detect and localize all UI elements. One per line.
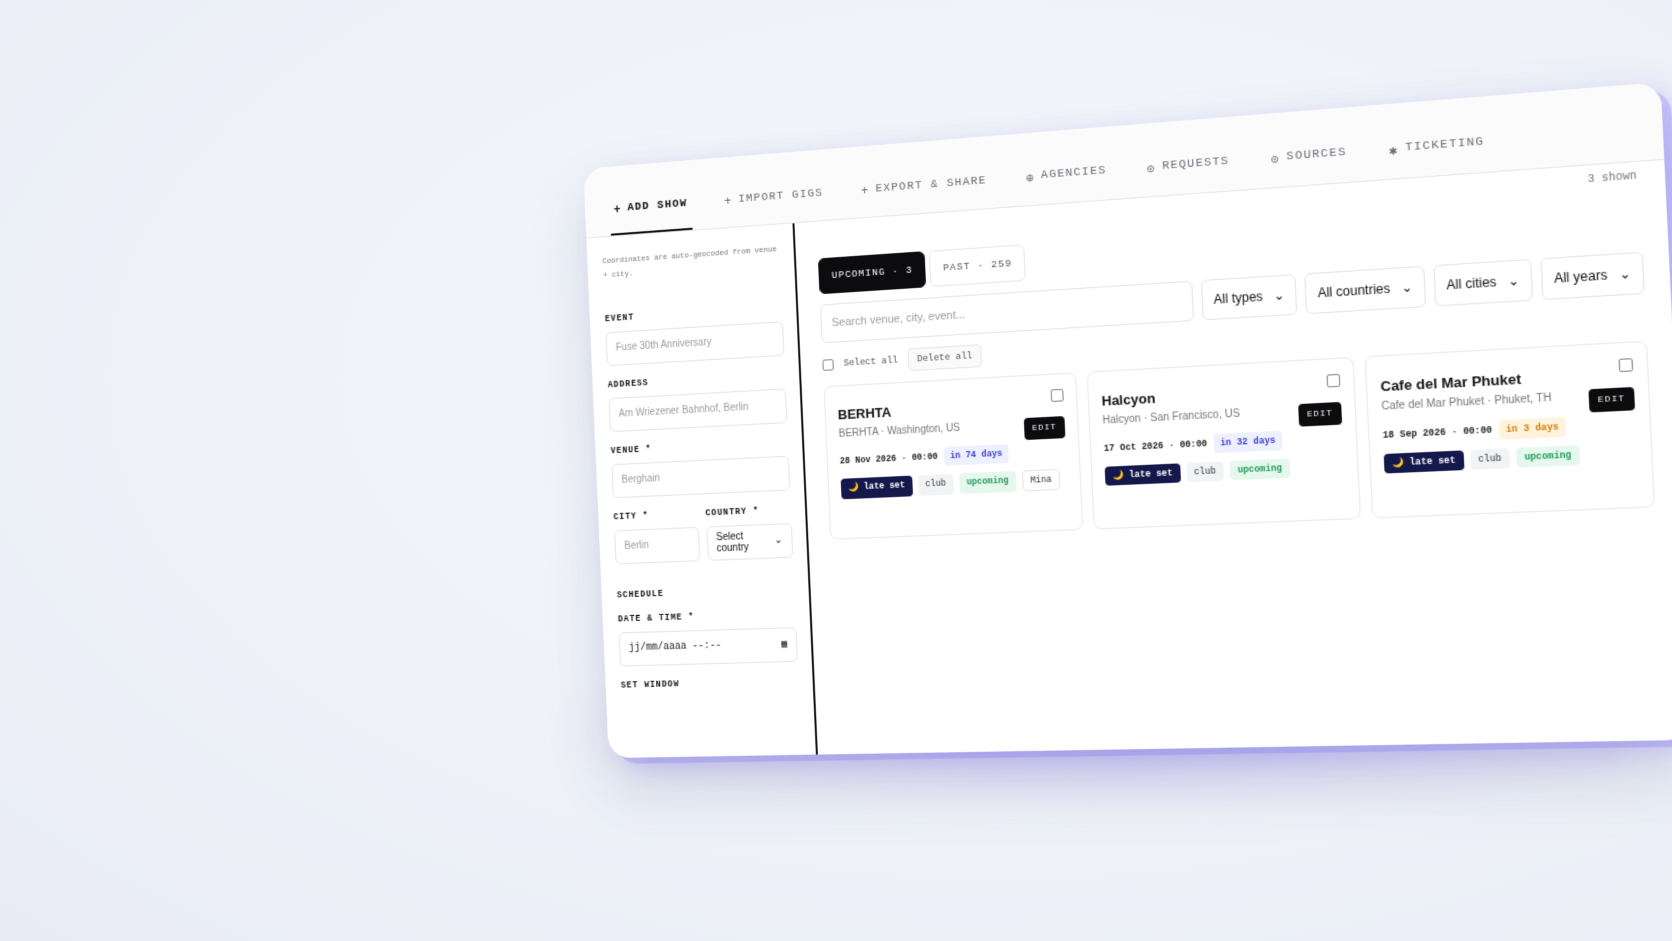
city-country-row: CITY * Berlin COUNTRY * Select country ⌄: [613, 490, 794, 564]
late-set-tag: 🌙 late set: [1104, 463, 1181, 486]
countdown-badge: in 74 days: [943, 444, 1010, 466]
chevron-down-icon: ⌄: [1618, 265, 1632, 283]
edit-button[interactable]: EDIT: [1588, 386, 1636, 413]
upcoming-tab[interactable]: UPCOMING · 3: [817, 251, 927, 295]
city-input[interactable]: Berlin: [614, 526, 700, 564]
event-input[interactable]: Fuse 30th Anniversary: [605, 320, 785, 366]
city-group: CITY * Berlin: [613, 494, 700, 564]
address-input[interactable]: Am Wriezener Bahnhof, Berlin: [608, 387, 788, 432]
tab-sources[interactable]: ⊙ Sources: [1266, 146, 1352, 188]
chevron-down-icon: ⌄: [1507, 272, 1520, 289]
tab-agencies[interactable]: ⊕ Agencies: [1022, 164, 1112, 205]
edit-button[interactable]: EDIT: [1297, 401, 1343, 427]
chevron-down-icon: ⌄: [1401, 279, 1414, 296]
address-label: ADDRESS: [607, 377, 649, 390]
chevron-down-icon: ⌄: [1273, 287, 1286, 304]
card-tags: 🌙 late set club upcoming: [1104, 456, 1345, 486]
shows-list: 3 shown UPCOMING · 3 PAST · 259 Search v…: [794, 160, 1672, 755]
country-label: COUNTRY *: [705, 505, 760, 518]
card-date: 17 Oct 2026 · 00:00: [1103, 438, 1208, 455]
card-meta: 18 Sep 2026 · 00:00 in 3 days: [1382, 414, 1636, 446]
card-tags: 🌙 late set club upcoming: [1383, 442, 1638, 474]
type-select[interactable]: All types ⌄: [1200, 273, 1298, 321]
card-meta: 17 Oct 2026 · 00:00 in 32 days: [1103, 428, 1343, 459]
city-label: CITY *: [613, 510, 649, 522]
countdown-badge: in 32 days: [1213, 430, 1283, 454]
shown-count: 3 shown: [1587, 170, 1638, 187]
select-all-label[interactable]: Select all: [843, 355, 898, 368]
card-date: 28 Nov 2026 · 00:00: [839, 451, 938, 467]
app-window: + Add show + Import gigs + Export & share ⊕…: [583, 82, 1672, 759]
add-show-form: Coordinates are auto-geocoded from venue…: [586, 223, 818, 759]
status-badge: upcoming: [1515, 445, 1581, 468]
card-checkbox[interactable]: [1326, 373, 1341, 388]
plus-icon: +: [613, 202, 623, 218]
artist-tag: Mina: [1021, 468, 1061, 492]
card-checkbox[interactable]: [1618, 358, 1634, 373]
show-cards: BERHTA BERHTA · Washington, US EDIT 28 N…: [823, 340, 1656, 540]
status-badge: upcoming: [958, 470, 1017, 495]
club-tag: club: [1186, 461, 1225, 483]
target-icon: ⊙: [1146, 161, 1157, 178]
event-label: EVENT: [604, 311, 635, 324]
club-tag: club: [917, 473, 954, 496]
status-badge: upcoming: [1229, 458, 1291, 481]
datetime-input[interactable]: jj/mm/aaaa --:-- ▦: [618, 626, 798, 667]
tab-requests[interactable]: ⊙ Requests: [1142, 155, 1235, 197]
agency-icon: ⊕: [1025, 171, 1036, 187]
country-filter-select[interactable]: All countries ⌄: [1304, 265, 1427, 315]
content: Coordinates are auto-geocoded from venue…: [586, 160, 1672, 759]
chevron-down-icon: ⌄: [774, 534, 783, 547]
country-group: COUNTRY * Select country ⌄: [705, 490, 794, 561]
plus-icon: +: [724, 194, 733, 210]
tab-ticketing[interactable]: ✱ Ticketing: [1384, 135, 1490, 179]
card-meta: 28 Nov 2026 · 00:00 in 74 days: [839, 441, 1066, 470]
select-all-checkbox[interactable]: [822, 358, 834, 371]
plus-icon: +: [860, 183, 870, 199]
calendar-icon: ▦: [781, 639, 788, 651]
set-window-label: SET WINDOW: [620, 678, 680, 691]
card-checkbox[interactable]: [1050, 388, 1064, 403]
year-select[interactable]: All years ⌄: [1540, 251, 1645, 301]
club-tag: club: [1469, 448, 1510, 470]
late-set-tag: 🌙 late set: [840, 475, 913, 500]
asterisk-icon: ✱: [1388, 143, 1399, 160]
geocode-note: Coordinates are auto-geocoded from venue…: [602, 246, 778, 281]
countdown-badge: in 3 days: [1498, 416, 1567, 440]
datetime-label: DATE & TIME *: [617, 611, 695, 624]
target-icon: ⊙: [1270, 152, 1281, 169]
schedule-label: SCHEDULE: [616, 588, 664, 600]
show-card[interactable]: Cafe del Mar Phuket Cafe del Mar Phuket …: [1364, 340, 1656, 519]
venue-label: VENUE *: [610, 443, 652, 456]
delete-all-button[interactable]: Delete all: [907, 344, 983, 372]
show-card[interactable]: BERHTA BERHTA · Washington, US EDIT 28 N…: [823, 372, 1084, 540]
late-set-tag: 🌙 late set: [1383, 450, 1464, 474]
city-filter-select[interactable]: All cities ⌄: [1433, 258, 1534, 307]
card-tags: 🌙 late set club upcoming Mina: [840, 468, 1068, 500]
past-tab[interactable]: PAST · 259: [929, 244, 1027, 288]
tab-add-show[interactable]: + Add show: [609, 197, 693, 236]
edit-button[interactable]: EDIT: [1023, 416, 1066, 441]
card-date: 18 Sep 2026 · 00:00: [1382, 424, 1493, 442]
show-card[interactable]: Halcyon Halcyon · San Francisco, US EDIT…: [1086, 356, 1362, 530]
scene: + Add show + Import gigs + Export & share ⊕…: [0, 0, 1672, 941]
country-select[interactable]: Select country ⌄: [705, 522, 794, 561]
